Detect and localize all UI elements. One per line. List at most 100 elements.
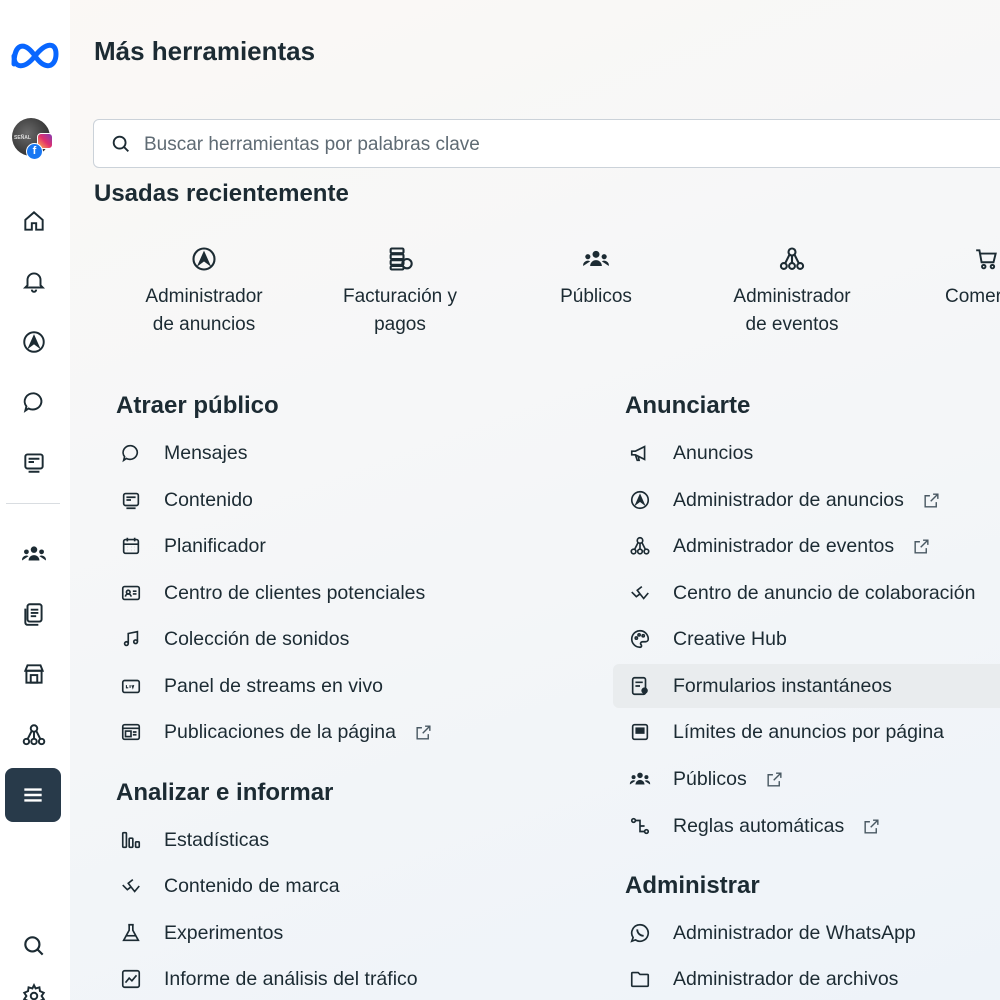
group-title-analyze: Analizar e informar [116, 779, 334, 806]
limits-icon [631, 723, 649, 741]
tool-label: Públicos [673, 767, 747, 790]
sidebar-item-commerce[interactable] [20, 660, 48, 688]
tool-estadisticas[interactable]: Estadísticas [120, 820, 269, 860]
tool-centro-clientes-potenciales[interactable]: Centro de clientes potenciales [120, 573, 425, 613]
sidebar-item-messages[interactable] [20, 388, 48, 416]
gear-icon [22, 983, 46, 1000]
tool-label: Informe de análisis del tráfico [164, 967, 418, 990]
tool-label: Contenido [164, 488, 253, 511]
external-link-icon [767, 771, 782, 787]
tool-label: Panel de streams en vivo [164, 674, 383, 697]
chat-icon [23, 392, 43, 413]
folder-icon [630, 971, 650, 988]
tool-label: Colección de sonidos [164, 627, 350, 650]
menu-icon [24, 788, 42, 802]
palette-icon [631, 629, 650, 649]
calendar-icon [122, 537, 140, 555]
bar-chart-icon [121, 831, 141, 849]
tool-label: Administrador de archivos [673, 967, 899, 990]
recent-label: Públicos [560, 286, 632, 307]
tool-reglas-automaticas[interactable]: Reglas automáticas [629, 806, 881, 846]
content-icon [122, 492, 140, 510]
recent-label: Facturación y [342, 286, 458, 307]
whatsapp-icon [630, 923, 649, 943]
ads-manager-icon [192, 247, 216, 271]
sidebar-item-ads-manager[interactable] [20, 328, 48, 356]
handshake-icon [631, 585, 649, 600]
ads-manager-icon [23, 331, 45, 353]
recent-events-manager[interactable]: Administrador de eventos [712, 243, 872, 339]
tool-planificador[interactable]: Planificador [120, 526, 266, 566]
tool-administrador-whatsapp[interactable]: Administrador de WhatsApp [629, 913, 916, 953]
tool-creative-hub[interactable]: Creative Hub [629, 619, 787, 659]
tool-administrador-archivos[interactable]: Administrador de archivos [629, 959, 898, 999]
megaphone-icon [630, 445, 646, 462]
tool-label: Centro de clientes potenciales [164, 581, 426, 604]
tool-informe-trafico[interactable]: Informe de análisis del tráfico [120, 959, 418, 999]
recent-ads-manager[interactable]: Administrador de anuncios [124, 243, 284, 339]
tool-label: Límites de anuncios por página [673, 720, 945, 743]
tool-label: Administrador de anuncios [673, 488, 904, 511]
billing-icon [389, 247, 413, 271]
tool-label: Reglas automáticas [673, 814, 845, 837]
tool-anuncios[interactable]: Anuncios [629, 433, 753, 473]
sidebar-item-all-tools[interactable] [5, 768, 61, 822]
cart-icon [976, 249, 997, 270]
tool-label: Mensajes [164, 441, 248, 464]
tool-label: Formularios instantáneos [673, 674, 892, 697]
tool-panel-streams[interactable]: Panel de streams en vivo [120, 666, 383, 706]
tool-formularios-instantaneos[interactable]: Formularios instantáneos [613, 664, 1000, 708]
sidebar-item-home[interactable] [20, 207, 48, 235]
page-title: Más herramientas [94, 36, 316, 66]
tool-experimentos[interactable]: Experimentos [120, 913, 283, 953]
ads-manager-icon [630, 490, 650, 510]
tool-contenido[interactable]: Contenido [120, 480, 253, 520]
tool-label: Centro de anuncio de colaboración [673, 581, 976, 604]
recent-label: pagos [374, 314, 426, 335]
tool-limites-anuncios[interactable]: Límites de anuncios por página [629, 712, 944, 752]
handshake-icon [122, 878, 140, 893]
search-input[interactable]: Buscar herramientas por palabras clave [144, 134, 480, 156]
meta-logo-icon[interactable] [10, 34, 60, 74]
line-chart-icon [121, 969, 141, 989]
tool-administrador-anuncios[interactable]: Administrador de anuncios [629, 480, 941, 520]
tool-label: Contenido de marca [164, 874, 340, 897]
tool-label: Administrador de WhatsApp [673, 921, 916, 944]
home-icon [24, 211, 44, 231]
sidebar-item-settings[interactable] [20, 982, 48, 1000]
sidebar-divider [6, 503, 60, 504]
tool-administrador-eventos[interactable]: Administrador de eventos [629, 526, 931, 566]
form-icon [631, 676, 648, 696]
search-box[interactable]: Buscar herramientas por palabras clave [93, 119, 1000, 168]
search-icon [112, 135, 129, 152]
recent-billing[interactable]: Facturación y pagos [320, 243, 480, 339]
group-title-manage: Administrar [625, 872, 760, 899]
tool-publicaciones-pagina[interactable]: Publicaciones de la página [120, 712, 433, 752]
sidebar-item-events[interactable] [20, 721, 48, 749]
tool-mensajes[interactable]: Mensajes [120, 433, 247, 473]
external-link-icon [416, 724, 431, 740]
external-link-icon [924, 492, 939, 508]
sidebar-item-content[interactable] [20, 448, 48, 476]
recent-commerce[interactable]: Comer [908, 243, 1000, 311]
recent-label: de eventos [745, 314, 839, 335]
recent-label: Administrador [145, 286, 263, 307]
bell-icon [22, 272, 46, 293]
facebook-icon: f [26, 143, 43, 160]
external-link-icon [864, 818, 879, 834]
tool-publicos[interactable]: Públicos [629, 759, 784, 799]
documents-icon [24, 603, 43, 626]
tool-centro-anuncio-colaboracion[interactable]: Centro de anuncio de colaboración [629, 573, 975, 613]
tool-coleccion-sonidos[interactable]: Colección de sonidos [120, 619, 349, 659]
store-icon [23, 664, 45, 684]
tool-contenido-marca[interactable]: Contenido de marca [120, 866, 340, 906]
people-icon [583, 250, 609, 266]
sidebar-item-search[interactable] [20, 932, 48, 960]
events-icon [22, 724, 46, 746]
sidebar-item-notifications[interactable] [20, 267, 48, 295]
sidebar-item-audiences[interactable] [20, 540, 48, 568]
tool-label: Planificador [164, 534, 266, 557]
recent-audiences[interactable]: Públicos [516, 243, 676, 311]
music-note-icon [123, 630, 139, 647]
sidebar-item-pages[interactable] [20, 600, 48, 628]
